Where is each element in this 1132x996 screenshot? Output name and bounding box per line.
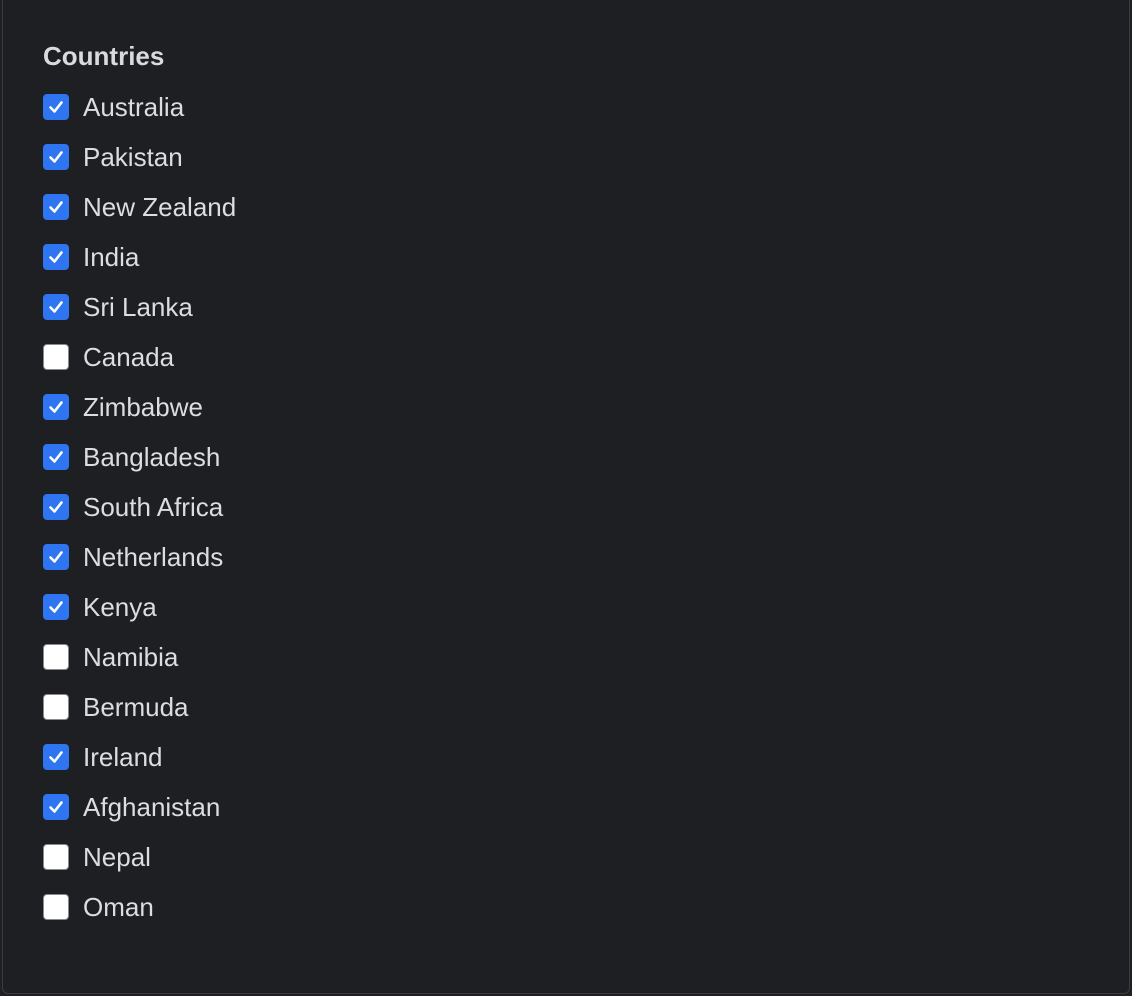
checkbox[interactable]: [43, 444, 69, 470]
checkbox[interactable]: [43, 494, 69, 520]
country-option-bangladesh[interactable]: Bangladesh: [43, 432, 236, 482]
checkbox[interactable]: [43, 244, 69, 270]
country-label: Sri Lanka: [83, 292, 193, 322]
checkbox[interactable]: [43, 594, 69, 620]
checkbox[interactable]: [43, 644, 69, 670]
country-label: Oman: [83, 892, 154, 922]
country-label: India: [83, 242, 140, 272]
checkmark-icon: [49, 201, 63, 213]
checkbox[interactable]: [43, 394, 69, 420]
country-label: Afghanistan: [83, 792, 221, 822]
country-label: Namibia: [83, 642, 179, 672]
checkbox[interactable]: [43, 94, 69, 120]
country-label: Canada: [83, 342, 175, 372]
country-label: New Zealand: [83, 192, 237, 222]
checkmark-icon: [49, 601, 63, 613]
checkbox[interactable]: [43, 544, 69, 570]
country-label: Zimbabwe: [83, 392, 203, 422]
checkbox[interactable]: [43, 894, 69, 920]
country-label: Pakistan: [83, 142, 183, 172]
country-option-afghanistan[interactable]: Afghanistan: [43, 782, 236, 832]
checkmark-icon: [49, 801, 63, 813]
checkmark-icon: [49, 451, 63, 463]
checkbox[interactable]: [43, 344, 69, 370]
country-option-pakistan[interactable]: Pakistan: [43, 132, 236, 182]
country-option-netherlands[interactable]: Netherlands: [43, 532, 236, 582]
checkbox[interactable]: [43, 294, 69, 320]
country-option-sri-lanka[interactable]: Sri Lanka: [43, 282, 236, 332]
checkmark-icon: [49, 101, 63, 113]
checkmark-icon: [49, 151, 63, 163]
country-option-canada[interactable]: Canada: [43, 332, 236, 382]
filter-title: Countries: [43, 41, 165, 71]
checkmark-icon: [49, 501, 63, 513]
country-option-namibia[interactable]: Namibia: [43, 632, 236, 682]
checkbox[interactable]: [43, 744, 69, 770]
country-option-bermuda[interactable]: Bermuda: [43, 682, 236, 732]
checkbox[interactable]: [43, 144, 69, 170]
country-label: Nepal: [83, 842, 151, 872]
country-checkbox-list: Australia Pakistan New Zealand India Sri…: [43, 82, 236, 932]
country-option-ireland[interactable]: Ireland: [43, 732, 236, 782]
country-option-india[interactable]: India: [43, 232, 236, 282]
country-label: Bermuda: [83, 692, 189, 722]
country-option-new-zealand[interactable]: New Zealand: [43, 182, 236, 232]
checkbox[interactable]: [43, 694, 69, 720]
country-label: Bangladesh: [83, 442, 221, 472]
country-label: Kenya: [83, 592, 157, 622]
country-label: Netherlands: [83, 542, 224, 572]
checkmark-icon: [49, 251, 63, 263]
country-label: Australia: [83, 92, 185, 122]
checkbox[interactable]: [43, 794, 69, 820]
checkmark-icon: [49, 751, 63, 763]
country-option-kenya[interactable]: Kenya: [43, 582, 236, 632]
checkbox[interactable]: [43, 194, 69, 220]
countries-filter-panel: Countries Australia Pakistan New Zealand…: [2, 0, 1130, 994]
country-option-nepal[interactable]: Nepal: [43, 832, 236, 882]
country-option-zimbabwe[interactable]: Zimbabwe: [43, 382, 236, 432]
checkbox[interactable]: [43, 844, 69, 870]
country-option-oman[interactable]: Oman: [43, 882, 236, 932]
checkmark-icon: [49, 301, 63, 313]
checkmark-icon: [49, 401, 63, 413]
country-option-south-africa[interactable]: South Africa: [43, 482, 236, 532]
checkmark-icon: [49, 551, 63, 563]
country-label: Ireland: [83, 742, 163, 772]
country-label: South Africa: [83, 492, 224, 522]
country-option-australia[interactable]: Australia: [43, 82, 236, 132]
